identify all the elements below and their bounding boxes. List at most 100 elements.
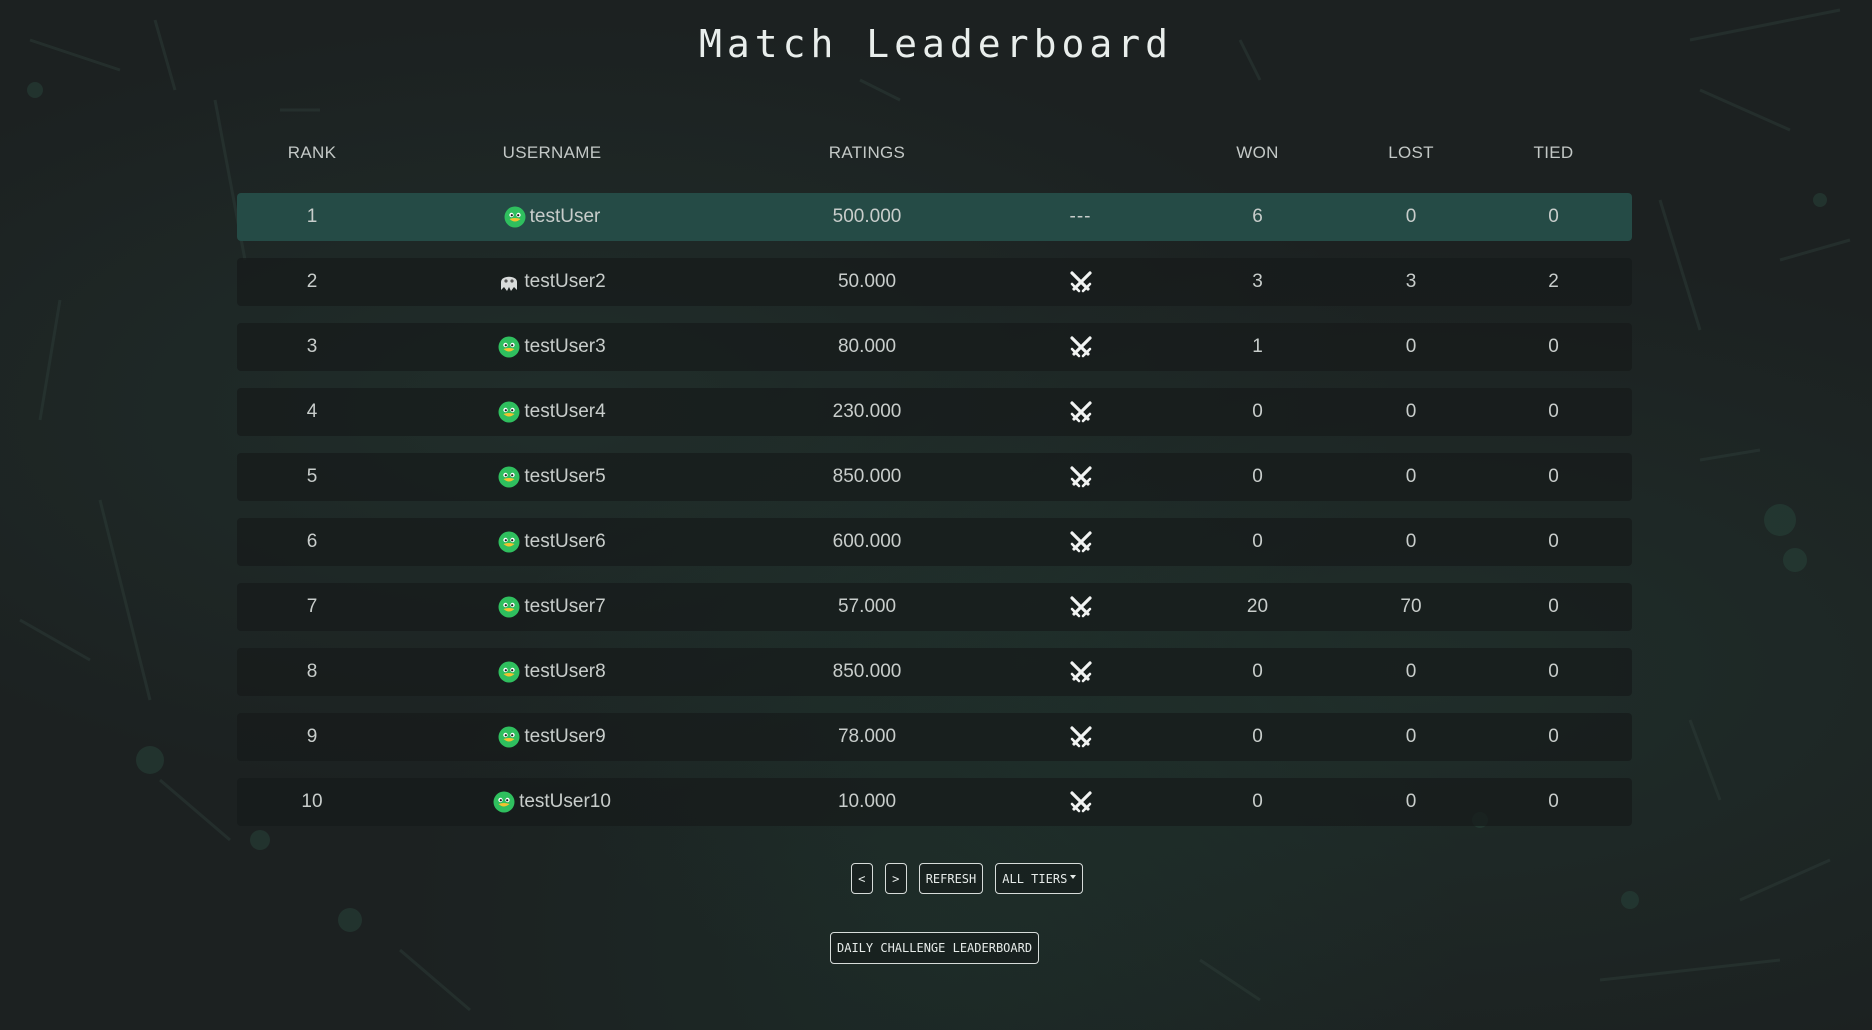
- crossed-swords-icon: [1068, 529, 1094, 555]
- tied-cell: 0: [1548, 596, 1559, 617]
- table-row: 6 testUser6 600.000 0 0 0: [237, 518, 1632, 566]
- duck-avatar-icon: [498, 596, 520, 618]
- refresh-button[interactable]: REFRESH: [918, 863, 984, 894]
- username-cell[interactable]: testUser5: [387, 466, 717, 488]
- crossed-swords-icon: [1068, 269, 1094, 295]
- won-cell: 1: [1252, 336, 1263, 357]
- ghost-avatar-icon: [498, 271, 520, 293]
- won-cell: 20: [1246, 596, 1269, 617]
- challenge-button[interactable]: [1017, 594, 1144, 620]
- rank-cell: 5: [306, 466, 318, 487]
- lost-cell: 0: [1405, 531, 1417, 552]
- crossed-swords-icon: [1068, 594, 1094, 620]
- tier-filter-label: ALL TIERS: [1002, 871, 1068, 886]
- column-header-ratings: RATINGS: [828, 143, 906, 162]
- rank-cell: 1: [306, 206, 318, 227]
- username-cell[interactable]: testUser6: [387, 531, 717, 553]
- crossed-swords-icon: [1068, 789, 1094, 815]
- crossed-swords-icon: [1068, 399, 1094, 425]
- duck-avatar-icon: [498, 336, 520, 358]
- username-label: testUser4: [524, 401, 606, 422]
- username-label: testUser: [529, 206, 601, 227]
- table-row: 2 testUser2 50.000 3 3 2: [237, 258, 1632, 306]
- won-cell: 0: [1252, 531, 1263, 552]
- table-header: RANK USERNAME RATINGS WON LOST TIED: [237, 135, 1632, 171]
- won-cell: 3: [1252, 271, 1263, 292]
- username-label: testUser10: [519, 791, 611, 812]
- lost-cell: 3: [1405, 271, 1417, 292]
- duck-avatar-icon: [504, 206, 526, 228]
- rank-cell: 3: [306, 336, 318, 357]
- challenge-button[interactable]: [1017, 529, 1144, 555]
- ratings-cell: 230.000: [832, 401, 902, 422]
- crossed-swords-icon: [1068, 334, 1094, 360]
- previous-page-button[interactable]: <: [850, 863, 873, 894]
- username-label: testUser6: [524, 531, 606, 552]
- ratings-cell: 850.000: [832, 661, 902, 682]
- rank-cell: 2: [306, 271, 318, 292]
- challenge-button[interactable]: [1017, 334, 1144, 360]
- ratings-cell: 80.000: [837, 336, 897, 357]
- username-cell[interactable]: testUser3: [387, 336, 717, 358]
- lost-cell: 0: [1405, 661, 1417, 682]
- rank-cell: 10: [301, 791, 323, 812]
- crossed-swords-icon: [1068, 724, 1094, 750]
- daily-challenge-leaderboard-button[interactable]: DAILY CHALLENGE LEADERBOARD: [830, 932, 1040, 964]
- column-header-rank: RANK: [287, 143, 337, 162]
- won-cell: 0: [1252, 726, 1263, 747]
- ratings-cell: 10.000: [837, 791, 897, 812]
- won-cell: 0: [1252, 466, 1263, 487]
- tied-cell: 0: [1548, 726, 1559, 747]
- lost-cell: 0: [1405, 726, 1417, 747]
- username-cell[interactable]: testUser10: [387, 791, 717, 813]
- challenge-button[interactable]: [1017, 464, 1144, 490]
- challenge-button[interactable]: [1017, 659, 1144, 685]
- table-row: 5 testUser5 850.000 0 0 0: [237, 453, 1632, 501]
- next-page-button[interactable]: >: [884, 863, 907, 894]
- username-cell[interactable]: testUser7: [387, 596, 717, 618]
- challenge-button[interactable]: [1017, 399, 1144, 425]
- duck-avatar-icon: [498, 726, 520, 748]
- username-cell[interactable]: testUser: [387, 206, 717, 228]
- username-cell[interactable]: testUser9: [387, 726, 717, 748]
- lost-cell: 0: [1405, 401, 1417, 422]
- column-header-username: USERNAME: [502, 143, 602, 162]
- tied-cell: 2: [1548, 271, 1559, 292]
- tier-filter-dropdown[interactable]: ALL TIERS: [995, 863, 1084, 894]
- lost-cell: 0: [1405, 791, 1417, 812]
- challenge-button[interactable]: [1017, 724, 1144, 750]
- pagination-controls: < > REFRESH ALL TIERS: [0, 863, 1872, 894]
- tied-cell: 0: [1548, 661, 1559, 682]
- username-label: testUser3: [524, 336, 606, 357]
- won-cell: 0: [1252, 401, 1263, 422]
- username-cell[interactable]: testUser4: [387, 401, 717, 423]
- challenge-button[interactable]: [1017, 269, 1144, 295]
- duck-avatar-icon: [493, 791, 515, 813]
- column-header-tied: TIED: [1533, 143, 1574, 162]
- ratings-cell: 500.000: [832, 206, 902, 227]
- table-row: 8 testUser8 850.000 0 0 0: [237, 648, 1632, 696]
- username-label: testUser9: [524, 726, 606, 747]
- caret-down-icon: [1070, 875, 1077, 879]
- username-cell[interactable]: testUser8: [387, 661, 717, 683]
- tied-cell: 0: [1548, 531, 1559, 552]
- table-body: 1 testUser 500.000 --- 6 0 0 2 testUser2 50.000 3 3…: [237, 193, 1632, 826]
- lost-cell: 0: [1405, 336, 1417, 357]
- tied-cell: 0: [1548, 791, 1559, 812]
- column-header-won: WON: [1236, 143, 1279, 162]
- challenge-button[interactable]: [1017, 789, 1144, 815]
- tied-cell: 0: [1548, 336, 1559, 357]
- ratings-cell: 850.000: [832, 466, 902, 487]
- duck-avatar-icon: [498, 466, 520, 488]
- won-cell: 0: [1252, 661, 1263, 682]
- leaderboard-table: RANK USERNAME RATINGS WON LOST TIED 1 tes…: [237, 135, 1632, 843]
- username-cell[interactable]: testUser2: [387, 271, 717, 293]
- username-label: testUser2: [524, 271, 606, 292]
- tied-cell: 0: [1548, 466, 1559, 487]
- table-row: 10 testUser10 10.000 0 0 0: [237, 778, 1632, 826]
- rank-cell: 9: [306, 726, 318, 747]
- table-row: 3 testUser3 80.000 1 0 0: [237, 323, 1632, 371]
- tied-cell: 0: [1548, 401, 1559, 422]
- crossed-swords-icon: [1068, 464, 1094, 490]
- rank-cell: 6: [306, 531, 318, 552]
